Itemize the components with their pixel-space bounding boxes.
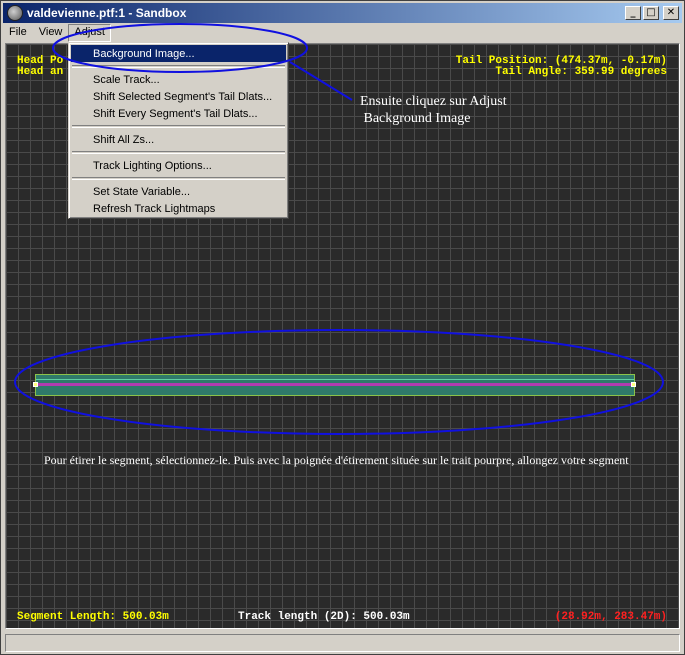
- menu-item-refresh-track-lightmaps[interactable]: Refresh Track Lightmaps: [71, 200, 286, 217]
- window-title: valdevienne.ptf:1 - Sandbox: [27, 6, 187, 20]
- menu-separator: [72, 177, 285, 180]
- menu-separator: [72, 125, 285, 128]
- menu-bar: File View Adjust: [3, 24, 682, 42]
- menu-item-shift-all-zs[interactable]: Shift All Zs...: [71, 131, 286, 148]
- menu-item-track-lighting-options[interactable]: Track Lighting Options...: [71, 157, 286, 174]
- menu-item-scale-track[interactable]: Scale Track...: [71, 71, 286, 88]
- menu-item-shift-selected-tail-dlats[interactable]: Shift Selected Segment's Tail Dlats...: [71, 88, 286, 105]
- menu-file[interactable]: File: [3, 24, 33, 42]
- head-angle-readout: Head an: [17, 66, 64, 78]
- segment-tail-handle[interactable]: [631, 382, 636, 387]
- menu-item-set-state-variable[interactable]: Set State Variable...: [71, 183, 286, 200]
- cursor-coordinates: (28.92m, 283.47m): [554, 611, 667, 623]
- menu-item-shift-every-tail-dlats[interactable]: Shift Every Segment's Tail Dlats...: [71, 105, 286, 122]
- status-bar: [5, 634, 680, 652]
- tail-angle-readout: Tail Angle: 359.99 degrees: [495, 66, 667, 78]
- maximize-button[interactable]: □: [643, 6, 659, 20]
- segment-length-readout: Segment Length: 500.03m: [17, 611, 169, 623]
- menu-item-background-image[interactable]: Background Image...: [71, 45, 286, 62]
- app-icon: [7, 5, 23, 21]
- close-button[interactable]: ✕: [663, 6, 679, 20]
- adjust-annotation-line2: Background Image: [360, 111, 471, 126]
- menu-adjust[interactable]: Adjust: [68, 24, 111, 42]
- track-segment[interactable]: [35, 374, 635, 396]
- stretch-instructions: Pour étirer le segment, sélectionnez-le.…: [44, 453, 629, 467]
- menu-separator: [72, 151, 285, 154]
- sandbox-window: valdevienne.ptf:1 - Sandbox _ □ ✕ File V…: [0, 0, 685, 655]
- title-bar[interactable]: valdevienne.ptf:1 - Sandbox _ □ ✕: [3, 3, 682, 23]
- track-edge-line: [36, 379, 634, 380]
- stretch-line[interactable]: [36, 383, 634, 386]
- adjust-annotation: Ensuite cliquez sur Adjust Background Im…: [360, 93, 507, 127]
- adjust-dropdown-menu: Background Image... Scale Track... Shift…: [68, 42, 289, 219]
- segment-head-handle[interactable]: [33, 382, 38, 387]
- menu-separator: [72, 65, 285, 68]
- track-length-readout: Track length (2D): 500.03m: [238, 611, 410, 623]
- minimize-button[interactable]: _: [625, 6, 641, 20]
- adjust-annotation-line1: Ensuite cliquez sur Adjust: [360, 94, 507, 109]
- menu-view[interactable]: View: [33, 24, 69, 42]
